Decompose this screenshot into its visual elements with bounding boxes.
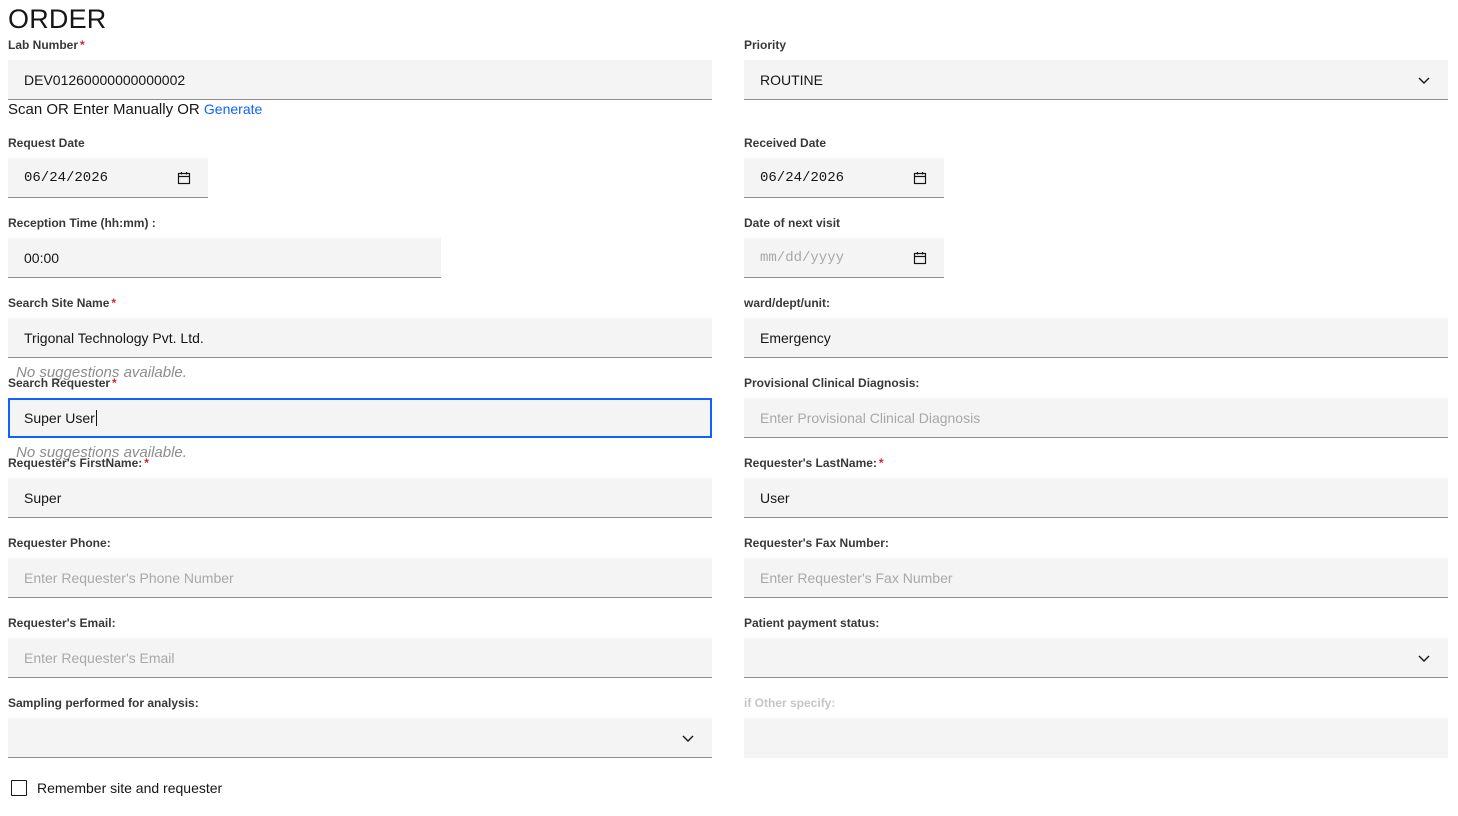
- first-name-label-text: Requester's FirstName:: [8, 456, 143, 470]
- next-visit-placeholder: mm/dd/yyyy: [760, 249, 845, 266]
- ward-value: Emergency: [760, 329, 831, 346]
- clinical-diagnosis-label: Provisional Clinical Diagnosis:: [744, 376, 920, 390]
- reception-time-value: 00:00: [24, 249, 60, 266]
- remember-checkbox[interactable]: [11, 780, 27, 796]
- request-date-input[interactable]: 06/24/2026: [8, 158, 208, 198]
- ward-label: ward/dept/unit:: [744, 296, 830, 310]
- clinical-diagnosis-placeholder: Enter Provisional Clinical Diagnosis: [760, 409, 981, 426]
- chevron-down-icon: [682, 735, 694, 742]
- site-name-value: Trigonal Technology Pvt. Ltd.: [24, 329, 204, 346]
- page-title: ORDER: [8, 4, 107, 34]
- reception-time-label: Reception Time (hh:mm) :: [8, 216, 156, 230]
- lab-number-value: DEV01260000000000002: [24, 71, 186, 88]
- required-mark: *: [878, 456, 884, 470]
- payment-status-label: Patient payment status:: [744, 616, 880, 630]
- remember-checkbox-row[interactable]: Remember site and requester: [11, 780, 222, 796]
- calendar-icon[interactable]: [912, 250, 928, 266]
- last-name-label-text: Requester's LastName:: [744, 456, 877, 470]
- other-specify-input[interactable]: [744, 718, 1448, 758]
- last-name-label: Requester's LastName: *: [744, 455, 884, 471]
- reception-time-input[interactable]: 00:00: [8, 238, 441, 278]
- request-date-label: Request Date: [8, 136, 85, 150]
- other-specify-label: if Other specify:: [744, 696, 836, 710]
- lab-number-label-text: Lab Number: [8, 38, 79, 52]
- priority-select[interactable]: ROUTINE: [744, 60, 1448, 100]
- site-name-label: Search Site Name *: [8, 295, 116, 311]
- next-visit-label: Date of next visit: [744, 216, 841, 230]
- phone-placeholder: Enter Requester's Phone Number: [24, 569, 234, 586]
- lab-number-input[interactable]: DEV01260000000000002: [8, 60, 712, 100]
- fax-input[interactable]: Enter Requester's Fax Number: [744, 558, 1448, 598]
- site-name-label-text: Search Site Name: [8, 296, 110, 310]
- lab-number-helper: Scan OR Enter Manually OR Generate: [8, 99, 262, 120]
- calendar-icon[interactable]: [912, 170, 928, 186]
- required-mark: *: [111, 296, 117, 310]
- email-label: Requester's Email:: [8, 616, 116, 630]
- priority-value: ROUTINE: [760, 71, 823, 88]
- phone-input[interactable]: Enter Requester's Phone Number: [8, 558, 712, 598]
- first-name-label: Requester's FirstName: *: [8, 455, 149, 471]
- received-date-label: Received Date: [744, 136, 827, 150]
- received-date-value: 06/24/2026: [760, 169, 845, 186]
- remember-label: Remember site and requester: [37, 780, 223, 796]
- required-mark: *: [144, 456, 149, 470]
- requester-value: Super User: [24, 410, 95, 426]
- sampling-select[interactable]: [8, 718, 712, 758]
- text-cursor: [95, 410, 97, 426]
- clinical-diagnosis-input[interactable]: Enter Provisional Clinical Diagnosis: [744, 398, 1448, 438]
- last-name-value: User: [760, 489, 790, 506]
- chevron-down-icon: [1418, 655, 1430, 662]
- email-input[interactable]: Enter Requester's Email: [8, 638, 712, 678]
- payment-status-select[interactable]: [744, 638, 1448, 678]
- fax-placeholder: Enter Requester's Fax Number: [760, 569, 953, 586]
- fax-label: Requester's Fax Number:: [744, 536, 889, 550]
- generate-link[interactable]: Generate: [204, 101, 262, 117]
- phone-label: Requester Phone:: [8, 536, 111, 550]
- first-name-input[interactable]: Super: [8, 478, 712, 518]
- ward-input[interactable]: Emergency: [744, 318, 1448, 358]
- chevron-down-icon: [1418, 77, 1430, 84]
- requester-search-input[interactable]: Super User: [8, 398, 712, 438]
- received-date-input[interactable]: 06/24/2026: [744, 158, 944, 198]
- required-mark: *: [112, 376, 117, 390]
- email-placeholder: Enter Requester's Email: [24, 649, 175, 666]
- sampling-label: Sampling performed for analysis:: [8, 696, 199, 710]
- lab-number-helper-text: Scan OR Enter Manually OR: [8, 101, 200, 118]
- request-date-value: 06/24/2026: [24, 169, 109, 186]
- lab-number-label: Lab Number *: [8, 37, 85, 53]
- required-mark: *: [80, 38, 85, 52]
- site-name-input[interactable]: Trigonal Technology Pvt. Ltd.: [8, 318, 712, 358]
- requester-label-text: Search Requester: [8, 376, 111, 390]
- last-name-input[interactable]: User: [744, 478, 1448, 518]
- calendar-icon[interactable]: [176, 170, 192, 186]
- priority-label: Priority: [744, 38, 787, 52]
- next-visit-date-input[interactable]: mm/dd/yyyy: [744, 238, 944, 278]
- first-name-value: Super: [24, 489, 62, 506]
- requester-label: Search Requester *: [8, 375, 117, 391]
